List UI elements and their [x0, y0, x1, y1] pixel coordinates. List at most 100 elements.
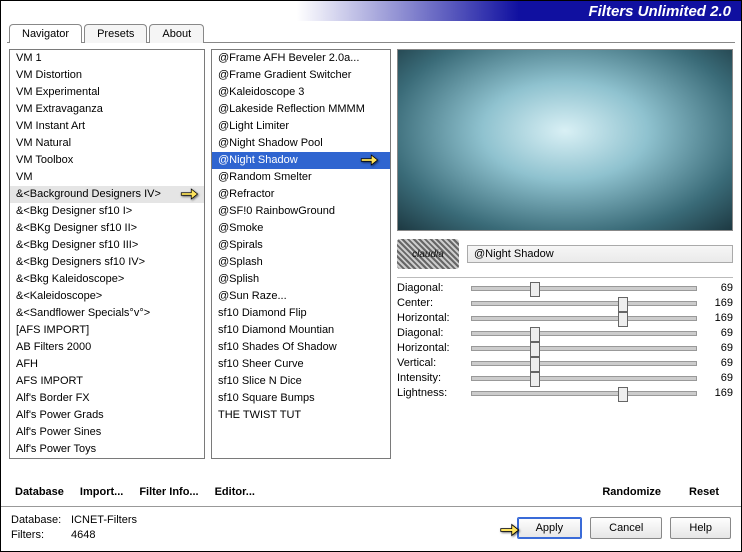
parameter-value: 69 [703, 357, 733, 369]
parameter-slider[interactable] [471, 376, 697, 381]
parameter-row: Diagonal:69 [397, 282, 733, 294]
list-item[interactable]: @Light Limiter [212, 118, 390, 135]
list-item[interactable]: @Frame Gradient Switcher [212, 67, 390, 84]
list-item[interactable]: &<Kaleidoscope> [10, 288, 204, 305]
list-item[interactable]: sf10 Sheer Curve [212, 356, 390, 373]
parameter-slider[interactable] [471, 331, 697, 336]
parameter-row: Vertical: 69 [397, 357, 733, 369]
list-item[interactable]: @Kaleidoscope 3 [212, 84, 390, 101]
parameter-row: Diagonal: 69 [397, 327, 733, 339]
author-stamp: claudia [397, 239, 459, 269]
list-item[interactable]: @Refractor [212, 186, 390, 203]
list-item[interactable]: @Random Smelter [212, 169, 390, 186]
parameter-label: Intensity: [397, 372, 465, 384]
parameter-slider[interactable] [471, 316, 697, 321]
list-item[interactable]: sf10 Slice N Dice [212, 373, 390, 390]
list-item[interactable]: [AFS IMPORT] [10, 322, 204, 339]
parameter-list: Diagonal:69Center:169Horizontal:169Diago… [397, 282, 733, 399]
parameter-label: Diagonal: [397, 327, 465, 339]
parameter-row: Intensity: 69 [397, 372, 733, 384]
list-item[interactable]: &<Bkg Designers sf10 IV> [10, 254, 204, 271]
apply-button[interactable]: Apply [517, 517, 583, 539]
parameter-value: 69 [703, 372, 733, 384]
list-item[interactable]: @SF!0 RainbowGround [212, 203, 390, 220]
list-item[interactable]: AFH [10, 356, 204, 373]
list-item[interactable]: @Frame AFH Beveler 2.0a... [212, 50, 390, 67]
randomize-button[interactable]: Randomize [602, 486, 661, 498]
titlebar: Filters Unlimited 2.0 [1, 1, 741, 21]
footer: Database:ICNET-Filters Filters:4648 Appl… [1, 506, 741, 551]
list-item[interactable]: VM Extravaganza [10, 101, 204, 118]
list-item[interactable]: @Splish [212, 271, 390, 288]
list-item[interactable]: sf10 Square Bumps [212, 390, 390, 407]
list-item[interactable]: VM Natural [10, 135, 204, 152]
list-item[interactable]: sf10 Diamond Mountian [212, 322, 390, 339]
parameter-value: 69 [703, 342, 733, 354]
list-item[interactable]: @Sun Raze... [212, 288, 390, 305]
list-item[interactable]: &<Bkg Designer sf10 III> [10, 237, 204, 254]
parameter-slider[interactable] [471, 301, 697, 306]
parameter-label: Horizontal: [397, 312, 465, 324]
filter-info-button[interactable]: Filter Info... [139, 486, 198, 498]
reset-button[interactable]: Reset [689, 486, 719, 498]
cancel-button[interactable]: Cancel [590, 517, 662, 539]
parameter-slider[interactable] [471, 361, 697, 366]
parameter-row: Horizontal:169 [397, 312, 733, 324]
list-item[interactable]: VM [10, 169, 204, 186]
list-item[interactable]: AB Filters 2000 [10, 339, 204, 356]
list-item[interactable]: @Night Shadow Pool [212, 135, 390, 152]
list-item[interactable]: VM 1 [10, 50, 204, 67]
pointer-icon [498, 519, 520, 541]
list-item[interactable]: VM Distortion [10, 67, 204, 84]
filter-list[interactable]: @Frame AFH Beveler 2.0a...@Frame Gradien… [211, 49, 391, 459]
main-area: VM 1VM DistortionVM ExperimentalVM Extra… [1, 43, 741, 478]
command-row: Database Import... Filter Info... Editor… [1, 478, 741, 506]
parameter-value: 169 [703, 387, 733, 399]
list-item[interactable]: VM Instant Art [10, 118, 204, 135]
parameter-value: 69 [703, 327, 733, 339]
import-button[interactable]: Import... [80, 486, 123, 498]
category-list[interactable]: VM 1VM DistortionVM ExperimentalVM Extra… [9, 49, 205, 459]
preview-column: claudia @Night Shadow Diagonal: 69 Center:… [397, 49, 733, 478]
list-item[interactable]: AFS IMPORT [10, 373, 204, 390]
parameter-label: Vertical: [397, 357, 465, 369]
editor-button[interactable]: Editor... [215, 486, 255, 498]
tab-strip: NavigatorPresetsAbout [1, 23, 741, 42]
help-button[interactable]: Help [670, 517, 731, 539]
selected-filter-name: @Night Shadow [467, 245, 733, 263]
parameter-slider[interactable] [471, 391, 697, 396]
list-item[interactable]: @Splash [212, 254, 390, 271]
list-item[interactable]: &<Bkg Designer sf10 I> [10, 203, 204, 220]
parameter-label: Horizontal: [397, 342, 465, 354]
list-item[interactable]: @Night Shadow [212, 152, 390, 169]
list-item[interactable]: Alf's Power Toys [10, 441, 204, 458]
list-item[interactable]: VM Experimental [10, 84, 204, 101]
parameter-value: 169 [703, 297, 733, 309]
tab-navigator[interactable]: Navigator [9, 24, 82, 43]
tab-presets[interactable]: Presets [84, 24, 147, 43]
list-item[interactable]: THE TWIST TUT [212, 407, 390, 424]
list-item[interactable]: @Spirals [212, 237, 390, 254]
list-item[interactable]: Alf's Power Grads [10, 407, 204, 424]
parameter-label: Diagonal: [397, 282, 465, 294]
list-item[interactable]: &<BKg Designer sf10 II> [10, 220, 204, 237]
list-item[interactable]: @Lakeside Reflection MMMM [212, 101, 390, 118]
parameter-label: Center: [397, 297, 465, 309]
parameter-row: Lightness:169 [397, 387, 733, 399]
list-item[interactable]: @Smoke [212, 220, 390, 237]
list-item[interactable]: sf10 Diamond Flip [212, 305, 390, 322]
tab-about[interactable]: About [149, 24, 204, 43]
list-item[interactable]: Alf's Border FX [10, 390, 204, 407]
list-item[interactable]: &<Background Designers IV> [10, 186, 204, 203]
list-item[interactable]: &<Sandflower Specials°v°> [10, 305, 204, 322]
database-button[interactable]: Database [15, 486, 64, 498]
title-text: Filters Unlimited 2.0 [588, 3, 731, 20]
list-item[interactable]: sf10 Shades Of Shadow [212, 339, 390, 356]
parameter-slider[interactable] [471, 346, 697, 351]
filters-unlimited-window: Filters Unlimited 2.0 NavigatorPresetsAb… [0, 0, 742, 552]
list-item[interactable]: Alf's Power Sines [10, 424, 204, 441]
filter-column: @Frame AFH Beveler 2.0a...@Frame Gradien… [211, 49, 391, 478]
list-item[interactable]: &<Bkg Kaleidoscope> [10, 271, 204, 288]
parameter-slider[interactable] [471, 286, 697, 291]
list-item[interactable]: VM Toolbox [10, 152, 204, 169]
